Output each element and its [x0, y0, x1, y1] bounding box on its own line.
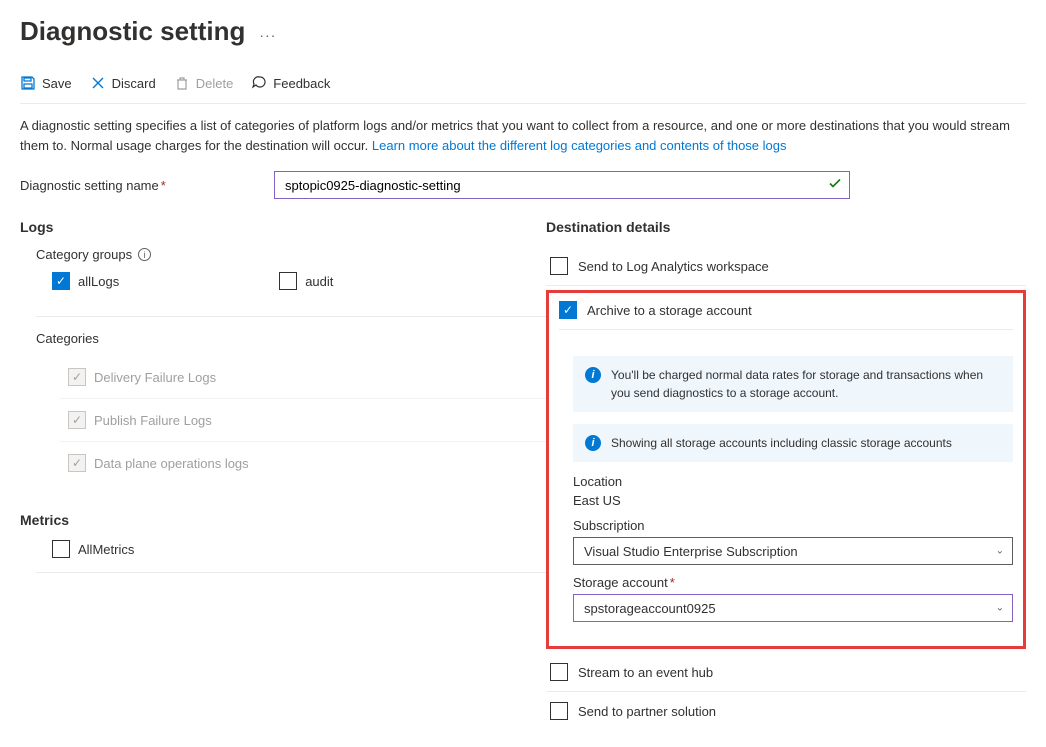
subscription-label: Subscription: [573, 518, 1013, 533]
info-text-2: Showing all storage accounts including c…: [611, 434, 952, 452]
send-law-checkbox[interactable]: [550, 257, 568, 275]
diagnostic-name-input[interactable]: [274, 171, 850, 199]
discard-button[interactable]: Discard: [90, 75, 156, 91]
category-groups-label: Category groups i: [36, 247, 546, 262]
storage-account-value: spstorageaccount0925: [584, 601, 716, 616]
learn-more-link[interactable]: Learn more about the different log categ…: [372, 138, 787, 153]
page-title: Diagnostic setting: [20, 16, 245, 47]
storage-account-select[interactable]: spstorageaccount0925 ⌄: [573, 594, 1013, 622]
required-indicator: *: [670, 575, 675, 590]
storage-account-label: Storage account*: [573, 575, 1013, 590]
stream-eh-checkbox[interactable]: [550, 663, 568, 681]
category-checkbox-2: ✓: [68, 454, 86, 472]
save-label: Save: [42, 76, 72, 91]
chevron-down-icon: ⌄: [996, 546, 1004, 557]
send-partner-label: Send to partner solution: [578, 704, 716, 719]
audit-label: audit: [305, 274, 333, 289]
discard-label: Discard: [112, 76, 156, 91]
audit-checkbox[interactable]: [279, 272, 297, 290]
category-label-0: Delivery Failure Logs: [94, 370, 216, 385]
delete-label: Delete: [196, 76, 234, 91]
allmetrics-label: AllMetrics: [78, 542, 134, 557]
check-icon: ✓: [56, 274, 66, 288]
feedback-label: Feedback: [273, 76, 330, 91]
alllogs-label: allLogs: [78, 274, 119, 289]
info-icon: i: [585, 435, 601, 451]
divider: [559, 329, 1013, 330]
delete-button: Delete: [174, 75, 234, 91]
stream-eh-label: Stream to an event hub: [578, 665, 713, 680]
info-box-charges: i You'll be charged normal data rates fo…: [573, 356, 1013, 412]
discard-icon: [90, 75, 106, 91]
logs-heading: Logs: [20, 219, 546, 235]
subscription-select[interactable]: Visual Studio Enterprise Subscription ⌄: [573, 537, 1013, 565]
description: A diagnostic setting specifies a list of…: [20, 116, 1026, 155]
required-indicator: *: [161, 178, 166, 193]
valid-check-icon: [828, 177, 842, 194]
subscription-value: Visual Studio Enterprise Subscription: [584, 544, 798, 559]
info-icon: i: [585, 367, 601, 383]
feedback-button[interactable]: Feedback: [251, 75, 330, 91]
category-label-1: Publish Failure Logs: [94, 413, 212, 428]
archive-storage-checkbox[interactable]: ✓: [559, 301, 577, 319]
check-icon: ✓: [72, 456, 82, 470]
divider: [36, 316, 546, 317]
location-value: East US: [573, 493, 1013, 508]
send-partner-checkbox[interactable]: [550, 702, 568, 720]
name-label: Diagnostic setting name*: [20, 178, 274, 193]
divider: [36, 572, 546, 573]
info-box-storage: i Showing all storage accounts including…: [573, 424, 1013, 462]
location-label: Location: [573, 474, 1013, 489]
metrics-heading: Metrics: [20, 512, 546, 528]
info-icon[interactable]: i: [138, 248, 151, 261]
save-icon: [20, 75, 36, 91]
check-icon: ✓: [72, 370, 82, 384]
category-checkbox-0: ✓: [68, 368, 86, 386]
name-label-text: Diagnostic setting name: [20, 178, 159, 193]
check-icon: ✓: [563, 303, 573, 317]
category-checkbox-1: ✓: [68, 411, 86, 429]
archive-highlight-box: ✓ Archive to a storage account i You'll …: [546, 290, 1026, 649]
archive-storage-label: Archive to a storage account: [587, 303, 752, 318]
category-label-2: Data plane operations logs: [94, 456, 249, 471]
check-icon: ✓: [72, 413, 82, 427]
destination-heading: Destination details: [546, 219, 1026, 235]
toolbar: Save Discard Delete Feedback: [20, 67, 1026, 104]
storage-label-text: Storage account: [573, 575, 668, 590]
categories-label: Categories: [36, 331, 546, 346]
allmetrics-checkbox[interactable]: [52, 540, 70, 558]
alllogs-checkbox[interactable]: ✓: [52, 272, 70, 290]
send-law-label: Send to Log Analytics workspace: [578, 259, 769, 274]
info-text-1: You'll be charged normal data rates for …: [611, 366, 1001, 402]
chevron-down-icon: ⌄: [996, 603, 1004, 614]
save-button[interactable]: Save: [20, 75, 72, 91]
feedback-icon: [251, 75, 267, 91]
more-actions[interactable]: ···: [259, 27, 276, 43]
category-groups-text: Category groups: [36, 247, 132, 262]
delete-icon: [174, 75, 190, 91]
